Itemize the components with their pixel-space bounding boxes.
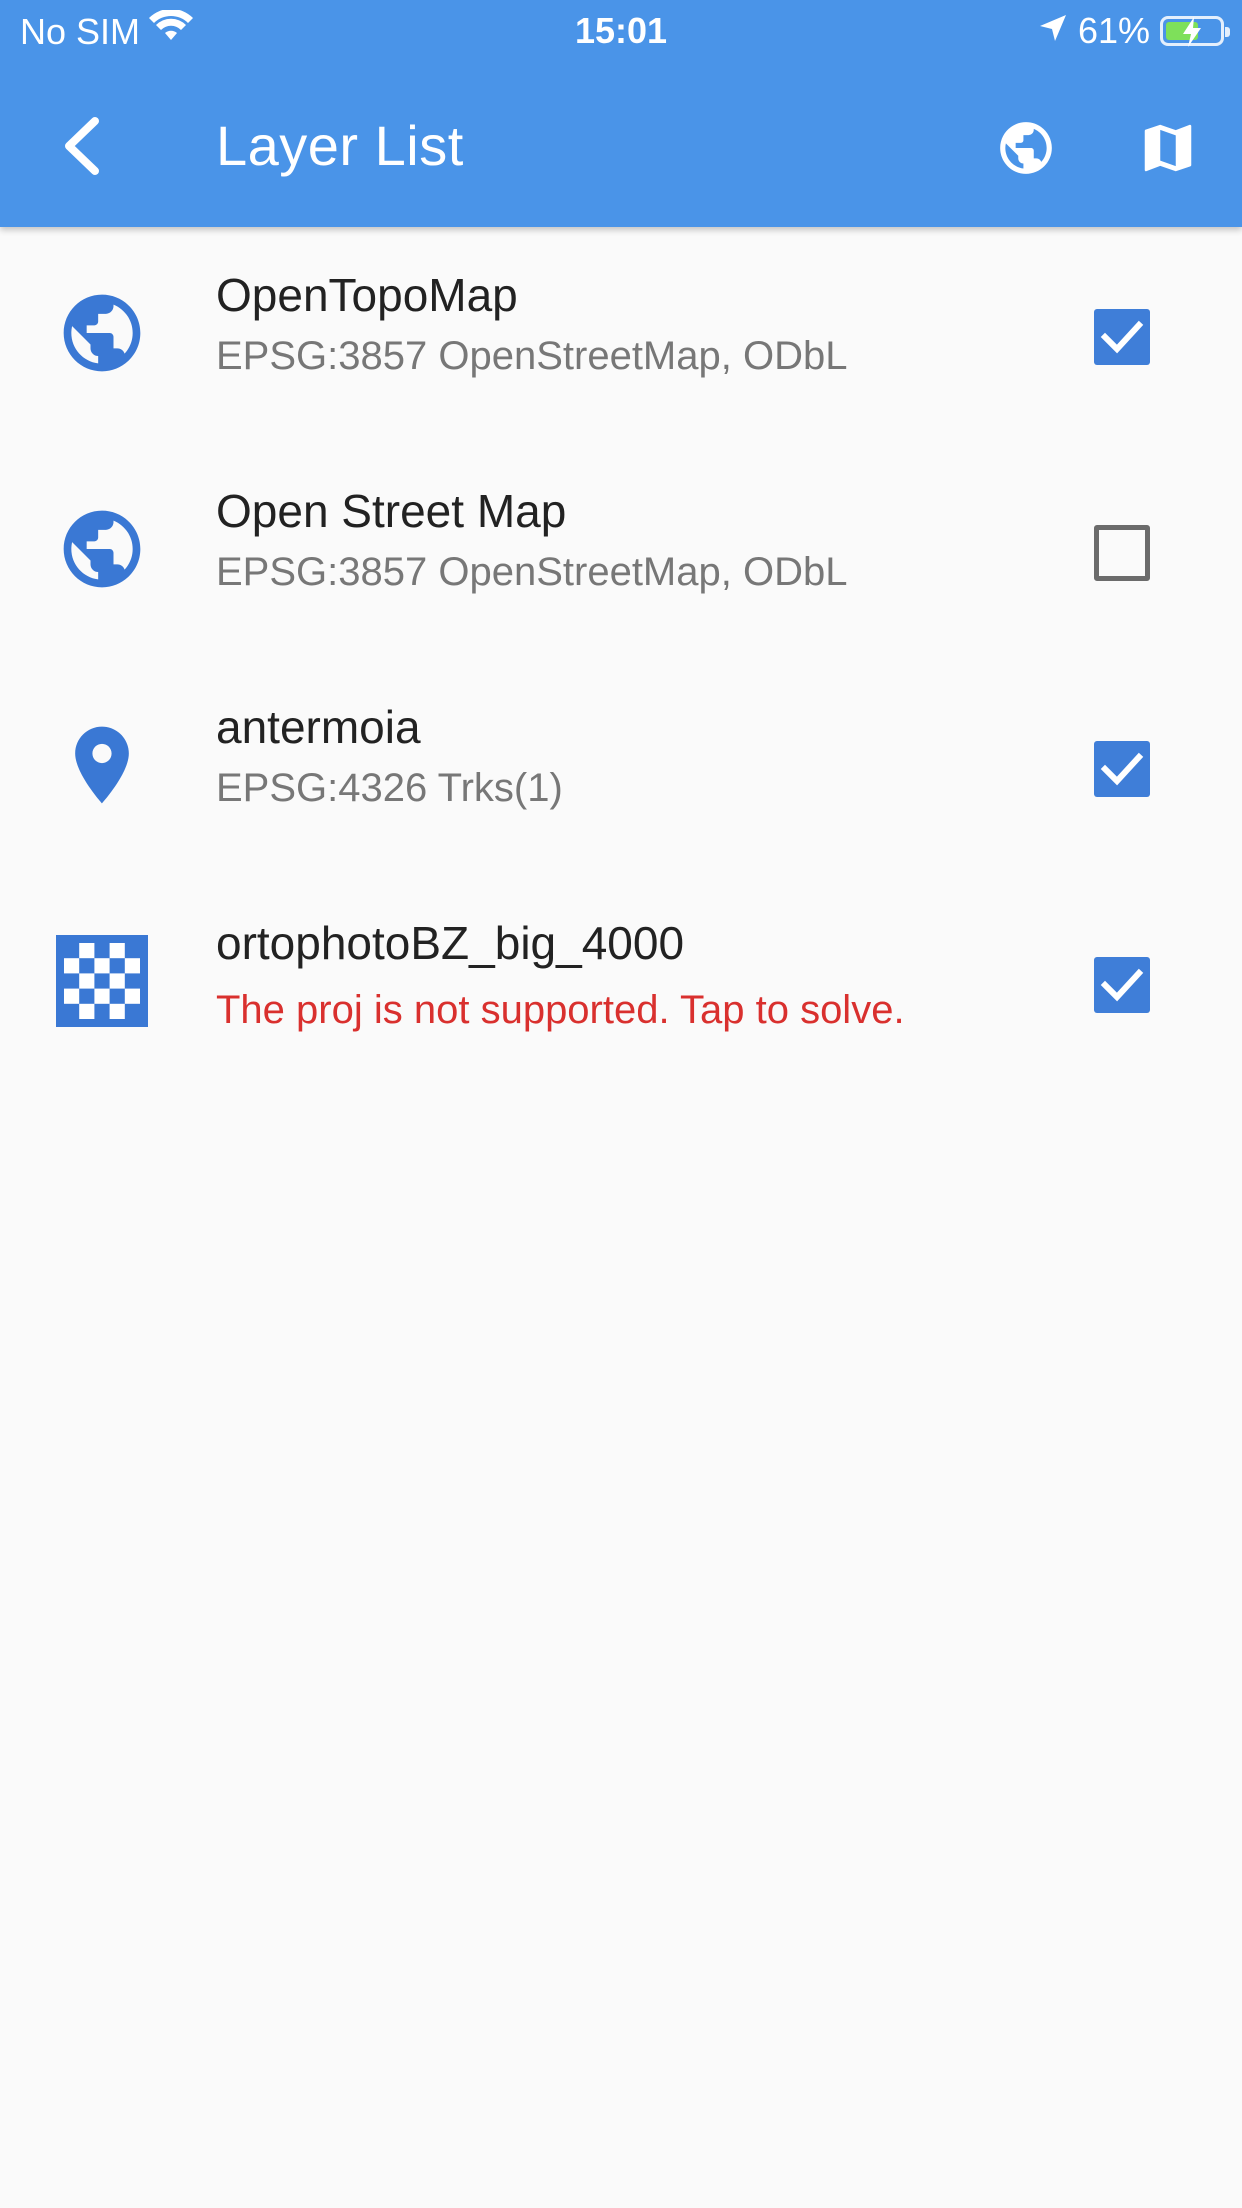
screen: No SIM 15:01 61% Layer List OpenTopoMap …: [0, 0, 1242, 2208]
layer-subtitle: EPSG:3857 OpenStreetMap, ODbL: [216, 334, 848, 378]
check-icon: [1100, 752, 1144, 786]
layer-checkbox[interactable]: [1094, 957, 1150, 1013]
checkerboard-icon: [56, 935, 148, 1027]
battery-icon: [1160, 16, 1230, 47]
check-icon: [1100, 320, 1144, 354]
layer-title: OpenTopoMap: [216, 269, 518, 321]
globe-icon: [1000, 122, 1052, 174]
check-icon: [1100, 968, 1144, 1002]
globe-icon: [56, 503, 148, 595]
page-title: Layer List: [216, 114, 464, 177]
globe-icon: [56, 287, 148, 379]
layer-subtitle: EPSG:4326 Trks(1): [216, 766, 563, 810]
layer-title: ortophotoBZ_big_4000: [216, 917, 685, 969]
location-pin-icon: [56, 719, 148, 811]
layer-row[interactable]: OpenTopoMap EPSG:3857 OpenStreetMap, ODb…: [0, 227, 1242, 443]
layer-title: Open Street Map: [216, 485, 567, 537]
status-bar: No SIM 15:01 61%: [0, 0, 1242, 60]
status-right: 61%: [1038, 10, 1230, 52]
layer-subtitle: EPSG:3857 OpenStreetMap, ODbL: [216, 550, 848, 594]
layer-row[interactable]: ortophotoBZ_big_4000 The proj is not sup…: [0, 875, 1242, 1091]
back-button[interactable]: [46, 110, 118, 182]
globe-button[interactable]: [990, 112, 1062, 184]
back-arrow-icon: [65, 117, 99, 175]
layer-checkbox[interactable]: [1094, 525, 1150, 581]
battery-tip: [1225, 27, 1230, 37]
layer-title: antermoia: [216, 701, 421, 753]
battery-percent: 61%: [1077, 10, 1150, 51]
layer-checkbox[interactable]: [1094, 741, 1150, 797]
layer-list: OpenTopoMap EPSG:3857 OpenStreetMap, ODb…: [0, 227, 1242, 1091]
layer-checkbox[interactable]: [1094, 309, 1150, 365]
app-bar: Layer List: [0, 60, 1242, 227]
layer-row[interactable]: Open Street Map EPSG:3857 OpenStreetMap,…: [0, 443, 1242, 659]
location-arrow-icon: [1038, 10, 1068, 52]
map-button[interactable]: [1132, 112, 1204, 184]
layer-error-message[interactable]: The proj is not supported. Tap to solve.: [216, 985, 905, 1035]
layer-row[interactable]: antermoia EPSG:4326 Trks(1): [0, 659, 1242, 875]
charging-bolt-icon: [1183, 17, 1201, 47]
top-bar: No SIM 15:01 61% Layer List: [0, 0, 1242, 227]
map-icon: [1144, 124, 1192, 172]
